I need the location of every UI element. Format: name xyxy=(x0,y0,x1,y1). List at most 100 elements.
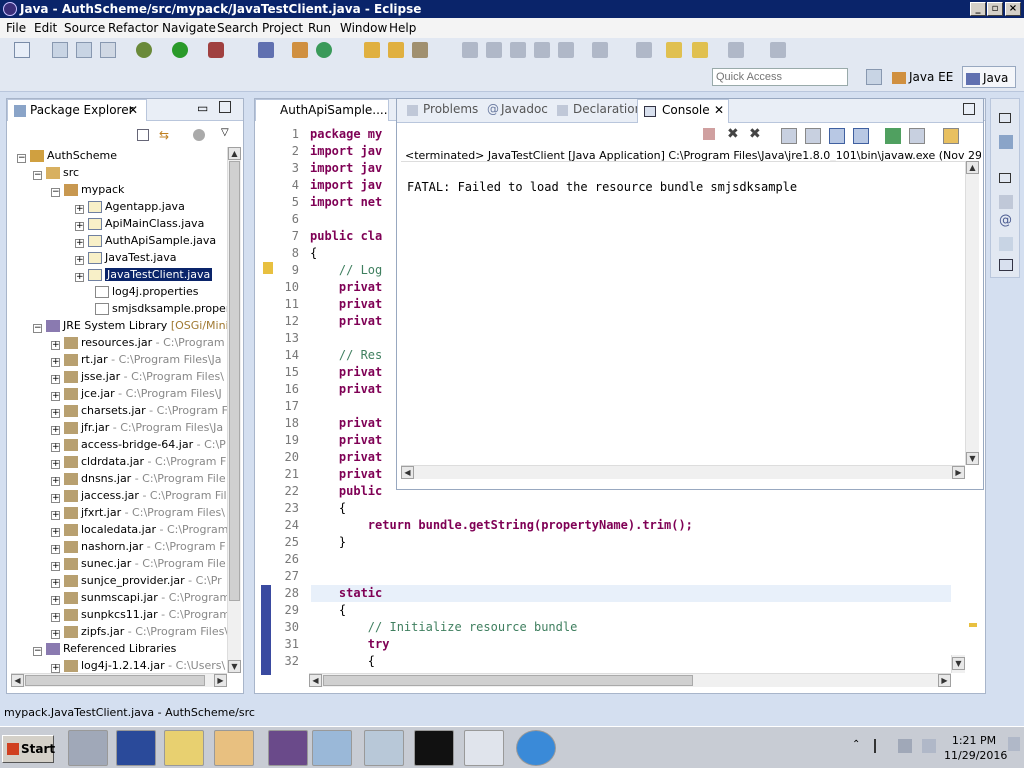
scroll-thumb[interactable] xyxy=(323,675,693,686)
console-icon[interactable] xyxy=(999,259,1013,271)
code-line[interactable]: privat xyxy=(310,467,382,481)
show-on-output-icon[interactable] xyxy=(829,128,845,144)
collapse-toggle-icon[interactable]: − xyxy=(17,154,26,163)
expand-toggle-icon[interactable]: + xyxy=(51,375,60,384)
minimize-button[interactable]: _ xyxy=(970,2,986,16)
show-hidden-icons[interactable]: ⌃ xyxy=(852,739,860,750)
menu-window[interactable]: Window xyxy=(340,18,387,38)
tree-jar[interactable]: + dnsns.jar - C:\Program File xyxy=(51,470,226,487)
tree-referenced-libraries[interactable]: − Referenced Libraries xyxy=(33,640,176,657)
menu-edit[interactable]: Edit xyxy=(34,18,57,38)
code-line[interactable]: // Log xyxy=(310,263,382,277)
tab-package-explorer[interactable]: Package Explorer ✕ xyxy=(7,99,147,121)
debug-icon[interactable] xyxy=(136,42,152,58)
restore-icon[interactable] xyxy=(999,113,1011,123)
tree-jar[interactable]: + localedata.jar - C:\Program xyxy=(51,521,227,538)
expand-toggle-icon[interactable]: + xyxy=(51,494,60,503)
code-line[interactable]: privat xyxy=(310,416,382,430)
code-line[interactable]: public xyxy=(310,484,382,498)
code-line[interactable]: public cla xyxy=(310,229,382,243)
clock[interactable]: 1:21 PM 11/29/2016 xyxy=(944,733,1007,763)
expand-toggle-icon[interactable]: + xyxy=(51,358,60,367)
open-folder-icon[interactable] xyxy=(388,42,404,58)
expand-toggle-icon[interactable]: + xyxy=(51,426,60,435)
scroll-right-icon[interactable]: ▶ xyxy=(938,674,951,687)
code-line[interactable]: // Initialize resource bundle xyxy=(310,620,578,634)
tree-jar[interactable]: + rt.jar - C:\Program Files\Ja xyxy=(51,351,221,368)
tree-jar[interactable]: + sunpkcs11.jar - C:\Program xyxy=(51,606,227,623)
tree-file[interactable]: + AuthApiSample.java xyxy=(75,232,216,249)
expand-toggle-icon[interactable]: + xyxy=(51,545,60,554)
expand-toggle-icon[interactable]: + xyxy=(51,579,60,588)
tree-jar[interactable]: + sunmscapi.jar - C:\Program xyxy=(51,589,227,606)
tree-jar[interactable]: + log4j-1.2.14.jar - C:\Users\ xyxy=(51,657,225,674)
remove-launch-icon[interactable]: ✖ xyxy=(727,127,743,143)
search-icon[interactable] xyxy=(412,42,428,58)
menu-run[interactable]: Run xyxy=(308,18,331,38)
expand-toggle-icon[interactable]: + xyxy=(51,613,60,622)
save-icon[interactable] xyxy=(52,42,68,58)
declaration-icon[interactable] xyxy=(999,237,1013,251)
code-line[interactable]: { xyxy=(310,501,346,515)
show-desktop-icon[interactable] xyxy=(1008,737,1020,751)
expand-toggle-icon[interactable]: + xyxy=(51,511,60,520)
maximize-button[interactable]: ▫ xyxy=(987,2,1003,16)
tree-jar[interactable]: + jce.jar - C:\Program Files\J xyxy=(51,385,222,402)
expand-toggle-icon[interactable]: + xyxy=(51,562,60,571)
console-output-area[interactable]: FATAL: Failed to load the resource bundl… xyxy=(401,161,967,465)
tree-resource[interactable]: log4j.properties xyxy=(95,283,198,300)
prev-annotation-icon[interactable] xyxy=(636,42,652,58)
collapse-toggle-icon[interactable]: − xyxy=(33,647,42,656)
volume-icon[interactable] xyxy=(922,739,936,753)
code-line[interactable]: // Res xyxy=(310,348,382,362)
pin-icon[interactable] xyxy=(486,42,502,58)
open-perspective-icon[interactable] xyxy=(866,69,882,85)
code-line[interactable]: package my xyxy=(310,127,382,141)
code-line[interactable]: import jav xyxy=(310,161,382,175)
expand-toggle-icon[interactable]: + xyxy=(51,443,60,452)
expand-toggle-icon[interactable]: + xyxy=(51,664,60,673)
next-annotation-icon[interactable] xyxy=(592,42,608,58)
tree-resource[interactable]: smjsdksample.propertie xyxy=(95,300,227,317)
scroll-up-icon[interactable]: ▲ xyxy=(966,161,979,174)
menu-refactor[interactable]: Refactor xyxy=(108,18,158,38)
code-line[interactable]: privat xyxy=(310,382,382,396)
view-menu-icon[interactable]: ▽ xyxy=(221,127,229,138)
tree-file-selected[interactable]: + JavaTestClient.java xyxy=(75,266,213,283)
code-line[interactable]: privat xyxy=(310,365,382,379)
scroll-thumb[interactable] xyxy=(229,161,240,601)
tree-file[interactable]: + JavaTest.java xyxy=(75,249,176,266)
expand-toggle-icon[interactable]: + xyxy=(75,205,84,214)
collapse-toggle-icon[interactable]: − xyxy=(33,324,42,333)
expand-toggle-icon[interactable]: + xyxy=(51,409,60,418)
tree-jar[interactable]: + sunec.jar - C:\Program File xyxy=(51,555,226,572)
close-button[interactable]: × xyxy=(1005,2,1021,16)
code-line[interactable]: try xyxy=(310,637,390,651)
new-icon[interactable] xyxy=(14,42,30,58)
maximize-view-icon[interactable] xyxy=(219,101,231,113)
tree-jre[interactable]: −JRE System Library [OSGi/Minin xyxy=(33,317,227,334)
menu-project[interactable]: Project xyxy=(262,18,303,38)
tree-jar[interactable]: + jfr.jar - C:\Program Files\Ja xyxy=(51,419,223,436)
save-all-icon[interactable] xyxy=(76,42,92,58)
menu-help[interactable]: Help xyxy=(389,18,416,38)
code-line[interactable]: return bundle.getString(propertyName).tr… xyxy=(310,518,693,532)
code-line[interactable]: privat xyxy=(310,297,382,311)
perspective-javaee[interactable]: Java EE xyxy=(892,66,956,88)
expand-toggle-icon[interactable]: + xyxy=(51,477,60,486)
expand-toggle-icon[interactable]: + xyxy=(75,273,84,282)
internet-explorer-icon[interactable] xyxy=(516,730,556,766)
scroll-down-icon[interactable]: ▼ xyxy=(966,452,979,465)
explorer-icon[interactable] xyxy=(164,730,204,766)
tree-jar[interactable]: + jaccess.jar - C:\Program Fil xyxy=(51,487,227,504)
scroll-left-icon[interactable]: ◀ xyxy=(11,674,24,687)
expand-toggle-icon[interactable]: + xyxy=(75,239,84,248)
scroll-down-icon[interactable]: ▼ xyxy=(952,657,965,670)
clear-console-icon[interactable] xyxy=(781,128,797,144)
tree-jar[interactable]: + sunjce_provider.jar - C:\Pr xyxy=(51,572,222,589)
tab-console[interactable]: Console ✕ xyxy=(637,99,729,123)
code-line[interactable]: privat xyxy=(310,314,382,328)
code-line[interactable]: privat xyxy=(310,450,382,464)
tree-package[interactable]: − mypack xyxy=(51,181,124,198)
expand-toggle-icon[interactable]: + xyxy=(51,528,60,537)
